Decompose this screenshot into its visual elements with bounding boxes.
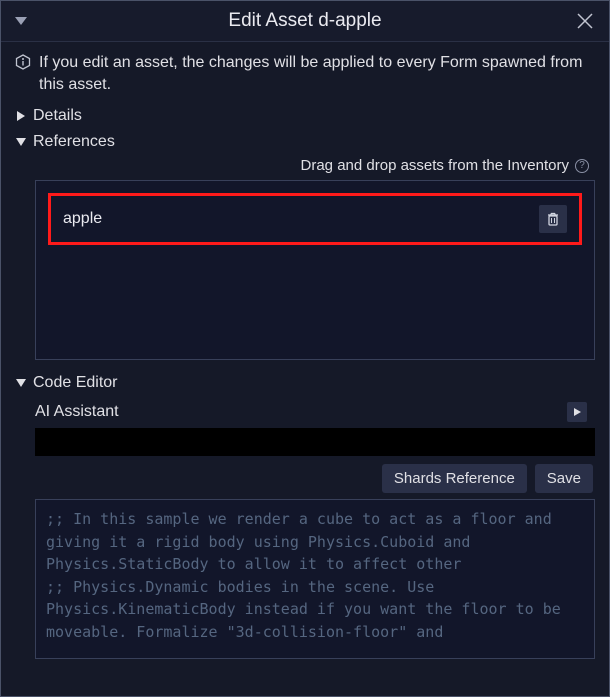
play-icon	[572, 407, 582, 417]
ai-run-button[interactable]	[567, 402, 587, 422]
expand-right-icon	[15, 110, 27, 122]
close-button[interactable]	[573, 9, 597, 33]
code-editor-buttons: Shards Reference Save	[35, 464, 595, 493]
info-row: If you edit an asset, the changes will b…	[1, 48, 609, 103]
reference-item[interactable]: apple	[48, 193, 582, 245]
section-references-label: References	[33, 133, 115, 151]
expand-down-icon	[15, 377, 27, 389]
ai-assistant-input[interactable]	[35, 428, 595, 456]
drag-hint-row: Drag and drop assets from the Inventory …	[35, 157, 595, 174]
expand-down-icon	[15, 136, 27, 148]
save-button[interactable]: Save	[535, 464, 593, 493]
shards-reference-button[interactable]: Shards Reference	[382, 464, 527, 493]
content-area: If you edit an asset, the changes will b…	[1, 42, 609, 696]
info-icon	[15, 54, 31, 70]
ai-assistant-row: AI Assistant	[35, 398, 595, 428]
reference-item-label: apple	[63, 210, 102, 228]
section-references-body: Drag and drop assets from the Inventory …	[1, 155, 609, 364]
ai-assistant-label: AI Assistant	[35, 403, 119, 421]
help-icon[interactable]: ?	[575, 159, 589, 173]
code-textarea[interactable]: ;; In this sample we render a cube to ac…	[35, 499, 595, 659]
titlebar: Edit Asset d-apple	[1, 1, 609, 42]
section-code-editor-header[interactable]: Code Editor	[1, 370, 609, 396]
section-code-editor-label: Code Editor	[33, 374, 118, 392]
section-code-editor-body: AI Assistant Shards Reference Save ;; In…	[1, 396, 609, 690]
collapse-panel-icon[interactable]	[13, 13, 29, 29]
references-drop-area[interactable]: apple	[35, 180, 595, 360]
section-references-header[interactable]: References	[1, 129, 609, 155]
trash-icon	[545, 211, 561, 227]
window-title: Edit Asset d-apple	[37, 10, 573, 32]
drag-hint-text: Drag and drop assets from the Inventory	[301, 157, 569, 174]
delete-reference-button[interactable]	[539, 205, 567, 233]
section-details-label: Details	[33, 107, 82, 125]
edit-asset-window: Edit Asset d-apple If you edit an asset,…	[0, 0, 610, 697]
info-text: If you edit an asset, the changes will b…	[39, 52, 595, 95]
section-details-header[interactable]: Details	[1, 103, 609, 129]
